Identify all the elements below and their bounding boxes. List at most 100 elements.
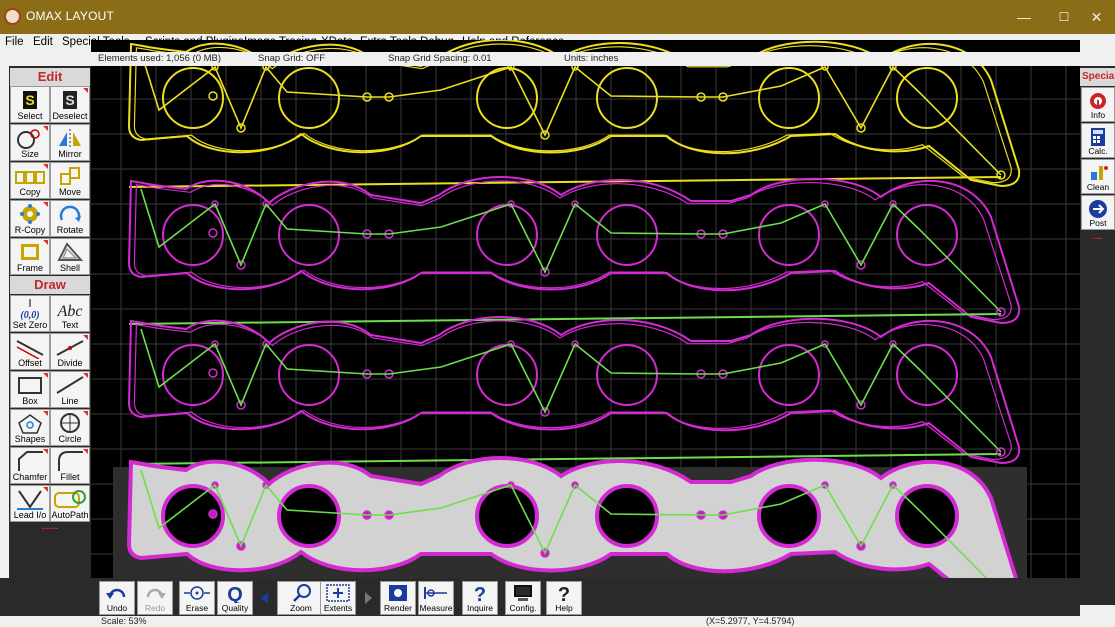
undo-label: Undo [106, 603, 128, 613]
minimize-button[interactable]: — [1004, 4, 1044, 30]
bore-hole [595, 484, 659, 548]
post-tool-button[interactable]: Post [1081, 195, 1115, 230]
close-button[interactable]: ✕ [1078, 4, 1115, 30]
redo-label: Redo [144, 603, 166, 613]
redo-button[interactable]: Redo [137, 581, 173, 615]
divide-tool-button[interactable]: Divide [50, 333, 90, 370]
quality-button[interactable]: Q Quality [217, 581, 253, 615]
tool-path [140, 51, 1002, 176]
config-icon [514, 585, 532, 601]
config-button[interactable]: Config. [505, 581, 541, 615]
autopath-tool-button[interactable]: AutoPath [50, 485, 90, 522]
cursor-coordinates: (X=5.2977, Y=4.5794) [706, 616, 795, 626]
drawing-canvas[interactable] [91, 40, 1080, 606]
scroll-left-arrow-icon[interactable] [261, 592, 268, 604]
copy-tool-button[interactable]: Copy [10, 162, 50, 199]
text-icon: Abc [57, 303, 83, 320]
bore-hole [476, 67, 538, 129]
help-button[interactable]: ? Help [546, 581, 582, 615]
part-outline [127, 316, 1021, 465]
quality-label: Quality [221, 603, 249, 613]
offset-icon [16, 340, 44, 359]
bore-hole [476, 204, 538, 266]
help-icon: ? [558, 584, 570, 603]
set-zero-tool-button[interactable]: (0,0) Set Zero [10, 295, 50, 332]
frame-tool-button[interactable]: Frame [10, 238, 50, 275]
deselect-tool-button[interactable]: S Deselect [50, 86, 90, 123]
render-button[interactable]: Render [380, 581, 416, 615]
fillet-label: Fillet [60, 472, 80, 482]
menu-file[interactable]: File [5, 36, 24, 48]
info-tool-button[interactable]: Info [1081, 87, 1115, 122]
menu-edit[interactable]: Edit [33, 36, 53, 48]
submenu-indicator-icon [83, 449, 88, 454]
scroll-right-arrow-icon[interactable] [365, 592, 372, 604]
chamfer-tool-button[interactable]: Chamfer [10, 447, 50, 484]
line-tool-button[interactable]: Line [50, 371, 90, 408]
bore-hole [758, 67, 820, 129]
extents-label: Extents [323, 603, 353, 613]
size-tool-button[interactable]: Size [10, 124, 50, 161]
chamfer-label: Chamfer [12, 472, 48, 482]
layout-drawing[interactable] [91, 40, 1080, 606]
right-toolbar: Specia Info Calc. Clean Post --- [1080, 66, 1115, 605]
omax-layout-window: OMAX LAYOUT — ☐ ✕ File Edit Special Tool… [0, 0, 1115, 627]
undo-button[interactable]: Undo [99, 581, 135, 615]
mirror-label: Mirror [58, 149, 82, 159]
zoom-button[interactable]: Zoom [277, 581, 325, 615]
move-icon [60, 167, 80, 185]
inquire-button[interactable]: ? Inquire [462, 581, 498, 615]
measure-button[interactable]: Measure [418, 581, 454, 615]
zoom-icon [293, 584, 311, 602]
rotate-icon [59, 205, 81, 222]
bore-hole [596, 67, 658, 129]
calc-label: Calc. [1088, 146, 1108, 156]
submenu-indicator-icon [43, 126, 48, 131]
tool-path [140, 328, 1002, 453]
rotate-copy-label: R-Copy [14, 225, 46, 235]
box-tool-button[interactable]: Box [10, 371, 50, 408]
clean-tool-button[interactable]: Clean [1081, 159, 1115, 194]
traverse-line [128, 176, 1002, 188]
shapes-tool-button[interactable]: Shapes [10, 409, 50, 446]
circle-tool-button[interactable]: Circle [50, 409, 90, 446]
info-label: Info [1090, 110, 1106, 120]
shell-icon [57, 242, 84, 261]
lead-io-tool-button[interactable]: Lead I/o [10, 485, 50, 522]
select-icon: S [23, 91, 37, 109]
box-label: Box [22, 396, 38, 406]
rotate-copy-tool-button[interactable]: R-Copy [10, 200, 50, 237]
bore-hole [278, 67, 340, 129]
bore-hole [475, 484, 539, 548]
text-tool-button[interactable]: Abc Text [50, 295, 90, 332]
bore-hole [758, 344, 820, 406]
clean-label: Clean [1086, 182, 1110, 192]
mirror-tool-button[interactable]: Mirror [50, 124, 90, 161]
extents-button[interactable]: Extents [320, 581, 356, 615]
shell-tool-button[interactable]: Shell [50, 238, 90, 275]
calc-tool-button[interactable]: Calc. [1081, 123, 1115, 158]
bore-hole [596, 204, 658, 266]
lead-io-label: Lead I/o [13, 510, 47, 520]
right-toolbar-separator: --- [1092, 233, 1103, 244]
bore-hole [278, 204, 340, 266]
zoom-label: Zoom [290, 603, 312, 613]
erase-button[interactable]: Erase [179, 581, 215, 615]
part-outline [127, 176, 1021, 325]
inquire-icon: ? [474, 584, 486, 603]
fillet-tool-button[interactable]: Fillet [50, 447, 90, 484]
tool-path [140, 188, 1002, 313]
scale-status: Scale: 53% [101, 616, 147, 626]
submenu-indicator-icon [83, 335, 88, 340]
autopath-label: AutoPath [51, 510, 89, 520]
offset-tool-button[interactable]: Offset [10, 333, 50, 370]
left-toolbar: Edit S Select S Deselect Size Mirror Cop… [9, 66, 91, 605]
move-tool-button[interactable]: Move [50, 162, 90, 199]
select-tool-button[interactable]: S Select [10, 86, 50, 123]
copy-label: Copy [19, 187, 41, 197]
measure-label: Measure [419, 603, 453, 613]
draw-panel-header: Draw [10, 276, 90, 294]
autopath-icon [54, 490, 86, 508]
rotate-tool-button[interactable]: Rotate [50, 200, 90, 237]
bore-hole [596, 344, 658, 406]
